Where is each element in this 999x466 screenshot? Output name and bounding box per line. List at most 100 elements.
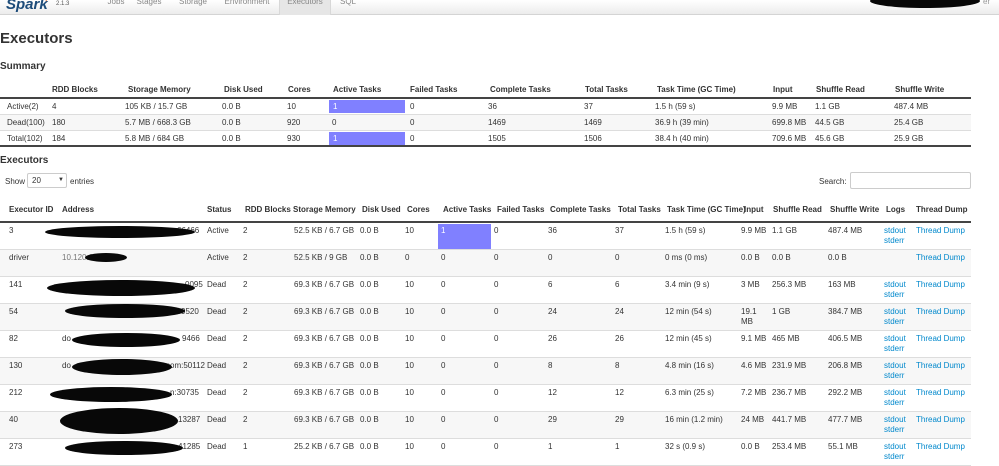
- col-shuffle-read[interactable]: Shuffle Read: [773, 197, 822, 221]
- sum-col-disk-used[interactable]: Disk Used: [224, 81, 263, 97]
- col-total-tasks[interactable]: Total Tasks: [618, 197, 661, 221]
- summary-row-label: Total(102): [7, 134, 43, 143]
- col-address[interactable]: Address: [62, 197, 94, 221]
- tab-environment[interactable]: Environment: [216, 0, 278, 15]
- col-shuffle-write[interactable]: Shuffle Write: [830, 197, 879, 221]
- sum-col-shuffle-read[interactable]: Shuffle Read: [816, 81, 865, 97]
- stderr-link[interactable]: stderr: [884, 344, 904, 354]
- thread-dump-link[interactable]: Thread Dump: [916, 334, 965, 344]
- col-status[interactable]: Status: [207, 197, 231, 221]
- col-storage-memory[interactable]: Storage Memory: [293, 197, 356, 221]
- col-active-tasks[interactable]: Active Tasks: [443, 197, 491, 221]
- executor-complete-tasks: 26: [548, 334, 557, 343]
- executor-failed-tasks: 0: [494, 442, 499, 451]
- summary-cell: 180: [52, 118, 66, 127]
- col-logs[interactable]: Logs: [886, 197, 905, 221]
- col-rdd-blocks[interactable]: RDD Blocks: [245, 197, 291, 221]
- stderr-link[interactable]: stderr: [884, 236, 904, 246]
- tab-sql[interactable]: SQL: [333, 0, 363, 15]
- stderr-link[interactable]: stderr: [884, 290, 904, 300]
- thread-dump-link[interactable]: Thread Dump: [916, 280, 965, 290]
- search-input[interactable]: [850, 172, 971, 189]
- search-label: Search:: [819, 177, 847, 186]
- col-disk-used[interactable]: Disk Used: [362, 197, 401, 221]
- thread-dump-link[interactable]: Thread Dump: [916, 388, 965, 398]
- redacted-address: [85, 253, 127, 262]
- stdout-link[interactable]: stdout: [884, 361, 906, 371]
- stdout-link[interactable]: stdout: [884, 307, 906, 317]
- executor-shuffle-read: 465 MB: [772, 334, 800, 343]
- summary-row-total: Total(102) 184 5.8 MB / 684 GB 0.0 B 930…: [0, 131, 971, 147]
- executor-input: 3 MB: [741, 280, 760, 289]
- sum-col-shuffle-write[interactable]: Shuffle Write: [895, 81, 944, 97]
- executor-storage-memory: 25.2 KB / 6.7 GB: [294, 442, 355, 451]
- executor-rdd-blocks: 2: [243, 361, 248, 370]
- executor-row: 54 9520 Dead 2 69.3 KB / 6.7 GB 0.0 B 10…: [0, 304, 971, 331]
- thread-dump-link[interactable]: Thread Dump: [916, 442, 965, 452]
- sum-col-failed-tasks[interactable]: Failed Tasks: [410, 81, 457, 97]
- stderr-link[interactable]: stderr: [884, 425, 904, 435]
- col-thread-dump[interactable]: Thread Dump: [916, 197, 968, 221]
- thread-dump-link[interactable]: Thread Dump: [916, 307, 965, 317]
- redacted-address: [72, 359, 172, 375]
- sum-col-total-tasks[interactable]: Total Tasks: [585, 81, 628, 97]
- col-complete-tasks[interactable]: Complete Tasks: [550, 197, 611, 221]
- summary-cell: 36: [488, 102, 497, 111]
- sum-col-rdd-blocks[interactable]: RDD Blocks: [52, 81, 98, 97]
- thread-dump-link[interactable]: Thread Dump: [916, 226, 965, 236]
- summary-table-header: RDD Blocks Storage Memory Disk Used Core…: [0, 81, 971, 99]
- tab-stages[interactable]: Stages: [126, 0, 172, 15]
- summary-cell: 38.4 h (40 min): [655, 134, 709, 143]
- stdout-link[interactable]: stdout: [884, 442, 906, 452]
- executor-complete-tasks: 0: [548, 253, 553, 262]
- executor-address-suffix: n:30735: [170, 388, 199, 397]
- executor-disk-used: 0.0 B: [360, 388, 379, 397]
- executor-id: 40: [9, 415, 18, 424]
- executor-total-tasks: 37: [615, 226, 624, 235]
- stdout-link[interactable]: stdout: [884, 334, 906, 344]
- thread-dump-link[interactable]: Thread Dump: [916, 415, 965, 425]
- executors-heading: Executors: [0, 155, 49, 166]
- stdout-link[interactable]: stdout: [884, 415, 906, 425]
- executor-row: 212 n:30735 Dead 2 69.3 KB / 6.7 GB 0.0 …: [0, 385, 971, 412]
- sum-col-active-tasks[interactable]: Active Tasks: [333, 81, 381, 97]
- col-task-time[interactable]: Task Time (GC Time): [667, 197, 746, 221]
- stderr-link[interactable]: stderr: [884, 317, 904, 327]
- executor-disk-used: 0.0 B: [360, 226, 379, 235]
- sum-col-complete-tasks[interactable]: Complete Tasks: [490, 81, 551, 97]
- stdout-link[interactable]: stdout: [884, 226, 906, 236]
- executor-active-tasks: 0: [441, 253, 446, 262]
- col-executor-id[interactable]: Executor ID: [9, 197, 53, 221]
- sum-col-task-time[interactable]: Task Time (GC Time): [657, 81, 736, 97]
- executor-address-suffix: 13287: [178, 415, 201, 424]
- stderr-link[interactable]: stderr: [884, 371, 904, 381]
- executor-task-time: 4.8 min (16 s): [665, 361, 714, 370]
- stdout-link[interactable]: stdout: [884, 280, 906, 290]
- thread-dump-link[interactable]: Thread Dump: [916, 253, 965, 263]
- active-tasks-bar: [329, 132, 405, 145]
- executor-active-tasks: 1: [441, 226, 446, 235]
- executor-cores: 10: [405, 226, 414, 235]
- sum-col-storage-memory[interactable]: Storage Memory: [128, 81, 191, 97]
- executor-storage-memory: 69.3 KB / 6.7 GB: [294, 280, 355, 289]
- col-cores[interactable]: Cores: [407, 197, 430, 221]
- summary-cell: 0.0 B: [222, 118, 241, 127]
- tab-executors[interactable]: Executors: [279, 0, 331, 15]
- show-label: Show: [5, 177, 26, 186]
- thread-dump-link[interactable]: Thread Dump: [916, 361, 965, 371]
- stdout-link[interactable]: stdout: [884, 388, 906, 398]
- col-input[interactable]: Input: [744, 197, 764, 221]
- page-size-select[interactable]: 20 ▼: [27, 173, 67, 188]
- sum-col-input[interactable]: Input: [773, 81, 793, 97]
- executor-shuffle-read: 256.3 MB: [772, 280, 807, 289]
- col-failed-tasks[interactable]: Failed Tasks: [497, 197, 544, 221]
- tab-storage[interactable]: Storage: [170, 0, 216, 15]
- chevron-down-icon: ▼: [58, 177, 64, 183]
- sum-col-cores[interactable]: Cores: [288, 81, 311, 97]
- stderr-link[interactable]: stderr: [884, 398, 904, 408]
- executor-disk-used: 0.0 B: [360, 442, 379, 451]
- executor-active-tasks: 0: [441, 307, 446, 316]
- executor-disk-used: 0.0 B: [360, 253, 379, 262]
- stderr-link[interactable]: stderr: [884, 452, 904, 462]
- executor-id: 3: [9, 226, 14, 235]
